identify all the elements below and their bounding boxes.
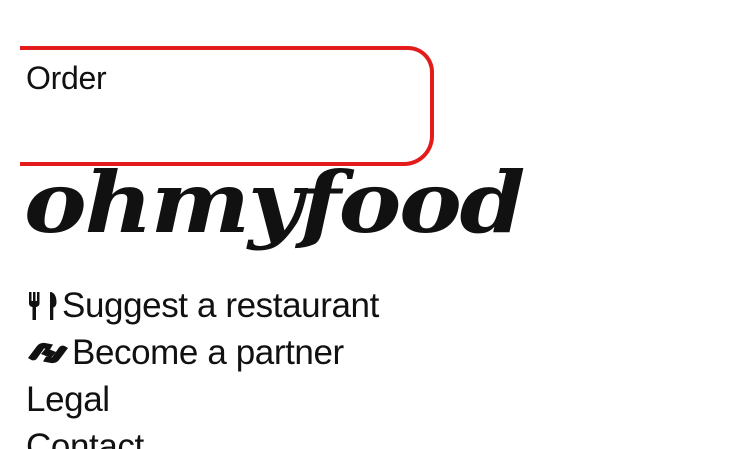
footer-link-become-partner[interactable]: Become a partner (26, 329, 379, 376)
order-button-label[interactable]: Order (26, 60, 107, 96)
utensils-icon (26, 289, 60, 323)
footer-link-suggest-restaurant[interactable]: Suggest a restaurant (26, 282, 379, 329)
footer-link-label: Legal (26, 379, 110, 419)
footer-link-label: Contact (26, 426, 144, 449)
handshake-icon (26, 336, 70, 370)
footer-link-label: Become a partner (72, 332, 344, 372)
footer-link-legal[interactable]: Legal (26, 376, 379, 423)
site-logo[interactable]: ohmyfood (24, 148, 525, 258)
footer-link-label: Suggest a restaurant (62, 285, 379, 325)
footer-link-contact[interactable]: Contact (26, 423, 379, 449)
footer-links: Suggest a restaurant Become a partner Le… (26, 282, 379, 449)
